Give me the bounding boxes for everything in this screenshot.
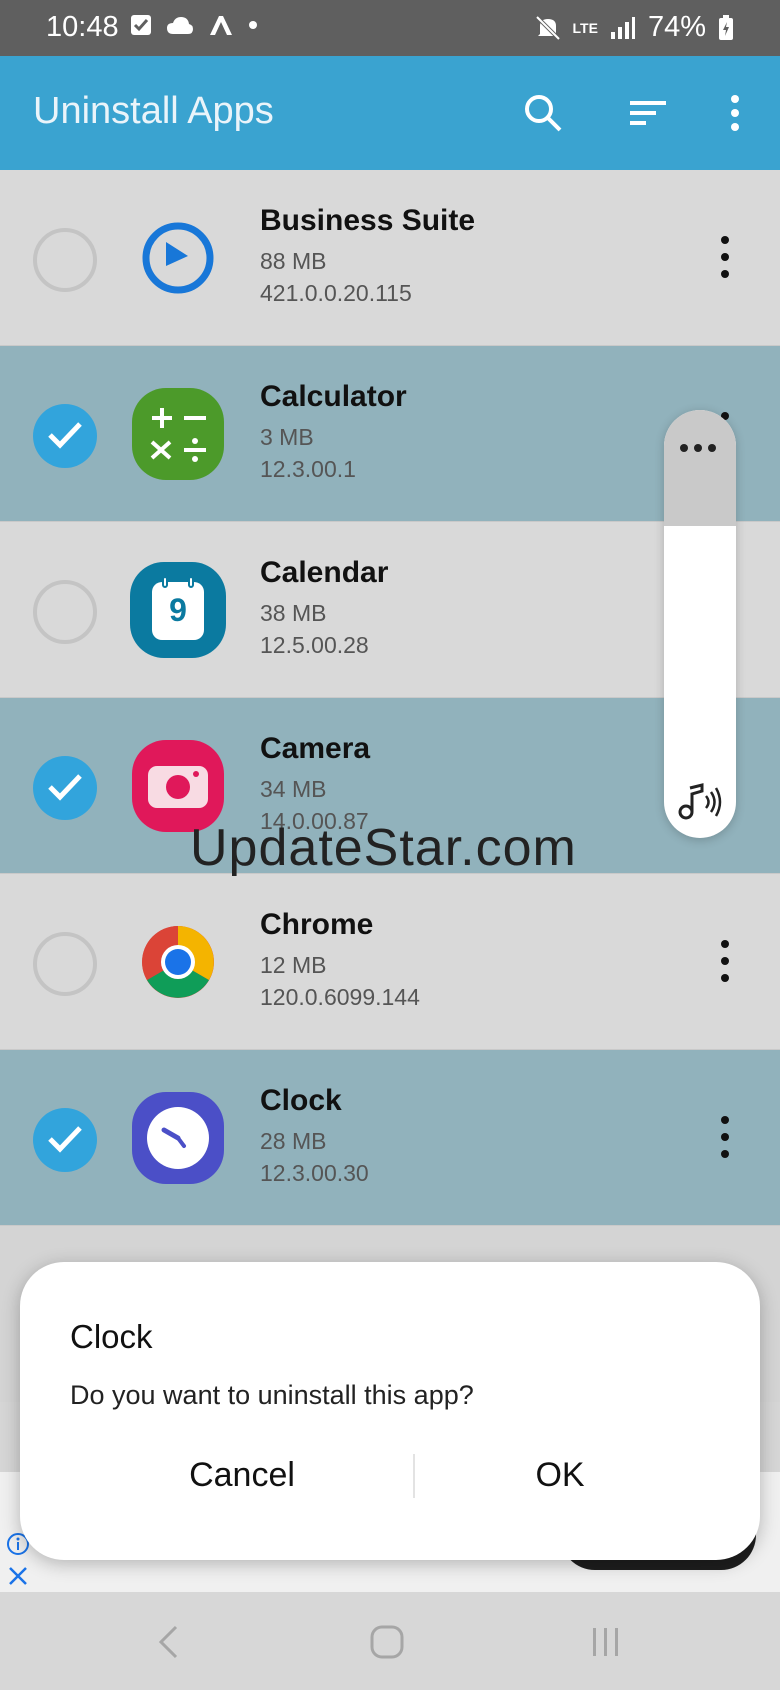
app-list: Business Suite 88 MB 421.0.0.20.115 Calc… — [0, 170, 780, 1226]
uninstall-dialog: Clock Do you want to uninstall this app?… — [20, 1262, 760, 1560]
volume-level-empty — [664, 410, 736, 526]
app-version: 12.3.00.30 — [260, 1160, 369, 1186]
app-name: Business Suite — [260, 204, 476, 237]
app-size: 38 MB — [260, 600, 327, 626]
dialog-title: Clock — [70, 1318, 153, 1355]
select-checkbox[interactable] — [33, 580, 97, 644]
app-version: 12.5.00.28 — [260, 632, 369, 658]
app-name: Chrome — [260, 908, 374, 941]
select-checkbox[interactable] — [33, 1108, 97, 1172]
check-icon — [48, 1126, 82, 1153]
status-time: 10:48 — [46, 11, 119, 43]
search-button[interactable] — [518, 88, 568, 138]
status-bar: 10:48 LTE 74% — [0, 0, 780, 56]
volume-options-button[interactable] — [680, 444, 716, 452]
recents-button[interactable] — [576, 1612, 636, 1672]
select-checkbox[interactable] — [33, 228, 97, 292]
app-size: 88 MB — [260, 248, 327, 274]
more-vert-icon — [731, 95, 739, 131]
back-button[interactable] — [138, 1612, 198, 1672]
app-name: Calculator — [260, 380, 407, 413]
task-check-icon — [131, 15, 151, 35]
app-size: 34 MB — [260, 776, 327, 802]
calendar-icon: 9 — [130, 562, 226, 658]
calculator-icon — [132, 388, 224, 480]
overflow-menu-button[interactable] — [710, 88, 760, 138]
notification-icons — [130, 14, 258, 36]
navigation-bar — [0, 1592, 780, 1690]
back-icon — [158, 1625, 178, 1659]
status-right: LTE 74% — [535, 11, 734, 44]
app-size: 12 MB — [260, 952, 327, 978]
app-row-clock[interactable]: Clock 28 MB 12.3.00.30 — [0, 1050, 780, 1226]
volume-panel[interactable] — [664, 410, 736, 838]
app-name: Calendar — [260, 556, 389, 589]
chrome-icon — [142, 926, 214, 998]
sort-button[interactable] — [623, 88, 673, 138]
network-type: LTE — [572, 19, 598, 36]
ok-button[interactable]: OK — [410, 1440, 710, 1510]
app-size: 3 MB — [260, 424, 314, 450]
dot-icon — [249, 21, 257, 29]
battery-level: 74% — [647, 11, 706, 43]
watermark: UpdateStar.com — [190, 819, 577, 877]
home-button[interactable] — [357, 1612, 417, 1672]
select-checkbox[interactable] — [33, 756, 97, 820]
calendar-day: 9 — [169, 592, 187, 628]
dialog-message: Do you want to uninstall this app? — [70, 1380, 474, 1410]
home-icon — [370, 1625, 404, 1659]
signal-icon — [610, 16, 635, 39]
app-version: 421.0.0.20.115 — [260, 280, 412, 306]
page-title: Uninstall Apps — [33, 90, 274, 132]
app-version: 12.3.00.1 — [260, 456, 356, 482]
check-icon — [48, 422, 82, 449]
app-row-calculator[interactable]: Calculator 3 MB 12.3.00.1 — [0, 346, 780, 522]
row-menu-button[interactable] — [710, 936, 740, 986]
app-row-business-suite[interactable]: Business Suite 88 MB 421.0.0.20.115 — [0, 170, 780, 346]
clock-icon — [132, 1092, 224, 1184]
app-name: Clock — [260, 1084, 342, 1117]
battery-icon — [719, 14, 733, 40]
app-size: 28 MB — [260, 1128, 327, 1154]
cancel-button[interactable]: Cancel — [92, 1440, 392, 1510]
business-suite-icon — [142, 222, 214, 294]
row-menu-button[interactable] — [710, 1112, 740, 1162]
app-row-chrome[interactable]: Chrome 12 MB 120.0.6099.144 — [0, 874, 780, 1050]
sort-icon — [630, 101, 666, 125]
close-icon[interactable] — [6, 1564, 30, 1588]
recents-icon — [593, 1628, 618, 1656]
app-row-calendar[interactable]: 9 Calendar 38 MB 12.5.00.28 — [0, 522, 780, 698]
mute-icon — [535, 15, 560, 40]
app-bar: Uninstall Apps — [0, 56, 780, 170]
app-name: Camera — [260, 732, 371, 765]
search-icon — [525, 95, 562, 132]
select-checkbox[interactable] — [33, 404, 97, 468]
select-checkbox[interactable] — [33, 932, 97, 996]
check-icon — [48, 774, 82, 801]
app-version: 120.0.6099.144 — [260, 984, 420, 1010]
row-menu-button[interactable] — [710, 232, 740, 282]
cloud-icon — [167, 17, 193, 34]
app-a-icon — [210, 16, 232, 35]
media-volume-icon[interactable] — [676, 782, 724, 822]
